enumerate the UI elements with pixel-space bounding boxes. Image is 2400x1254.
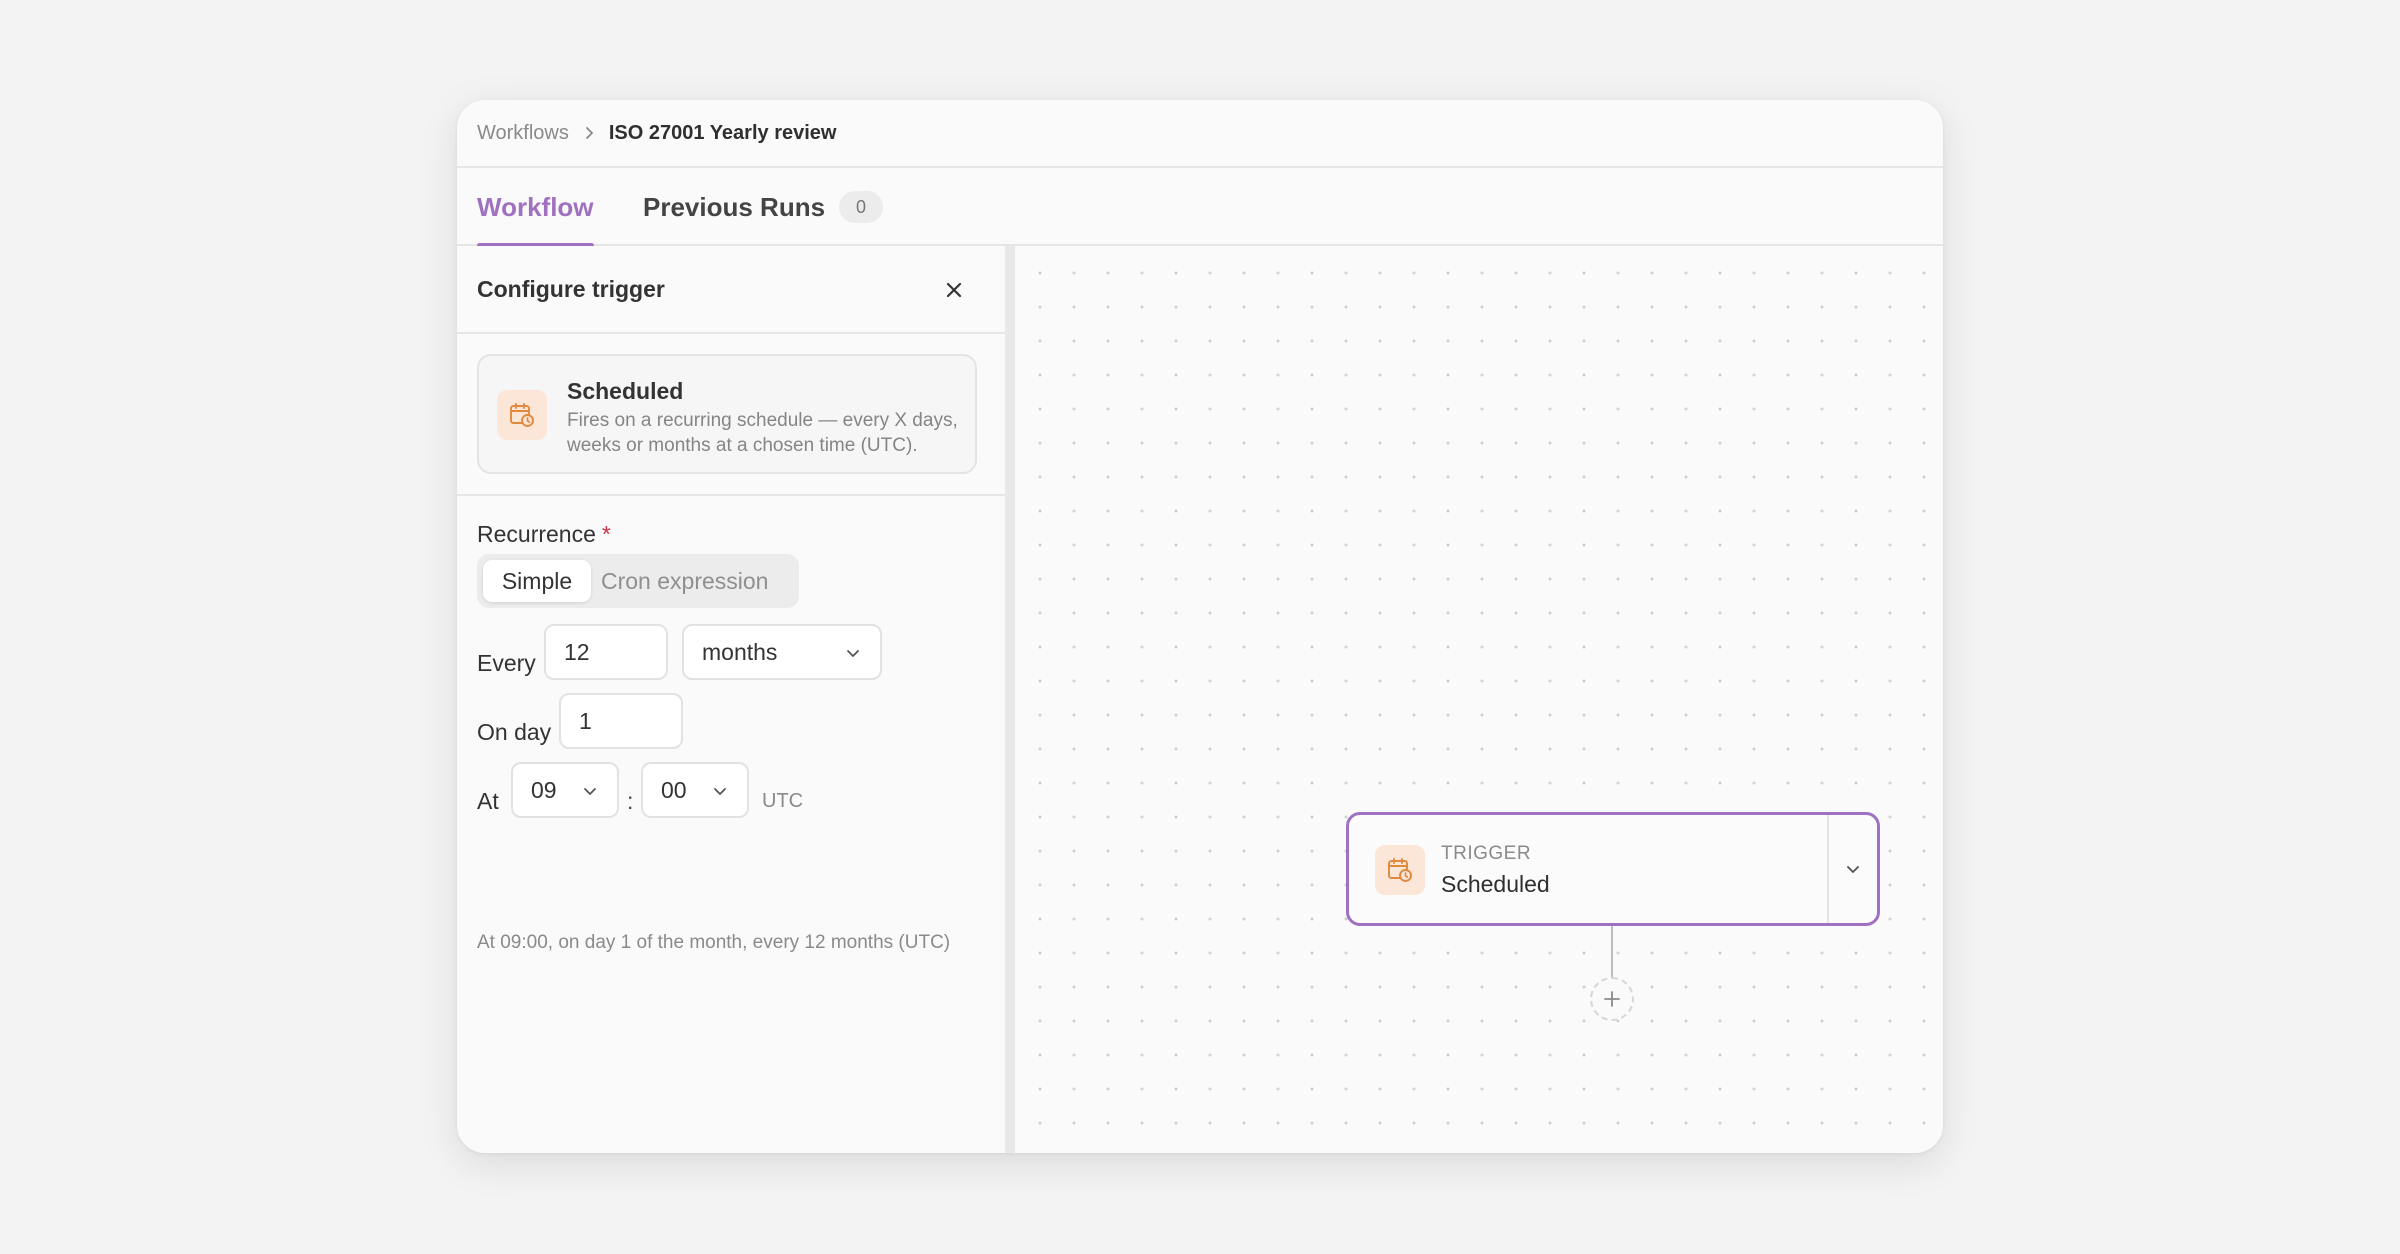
configure-trigger-panel: Configure trigger Scheduled Fires on a r…	[457, 246, 1005, 1153]
every-interval-input[interactable]	[544, 624, 668, 680]
node-kind-label: TRIGGER	[1441, 843, 1532, 864]
plus-icon	[1604, 991, 1620, 1007]
breadcrumb-workflows-link[interactable]: Workflows	[477, 122, 569, 145]
app-window: Workflows ISO 27001 Yearly review Workfl…	[457, 100, 1943, 1153]
chevron-down-icon	[581, 782, 599, 800]
minute-value: 00	[661, 776, 687, 803]
add-step-button[interactable]	[1590, 977, 1634, 1021]
panel-header: Configure trigger	[457, 246, 1005, 334]
minute-select[interactable]: 00	[641, 762, 749, 818]
tab-previous-runs[interactable]: Previous Runs 0	[643, 168, 884, 246]
interval-unit-select[interactable]: months	[682, 624, 882, 680]
node-expand-button[interactable]	[1829, 815, 1877, 923]
hour-select[interactable]: 09	[511, 762, 619, 818]
recurrence-label: Recurrence *	[477, 521, 611, 548]
trigger-type-card[interactable]: Scheduled Fires on a recurring schedule …	[477, 354, 977, 474]
trigger-description: Fires on a recurring schedule — every X …	[567, 410, 958, 456]
mode-simple-option[interactable]: Simple	[483, 560, 591, 602]
panel-title: Configure trigger	[477, 276, 665, 302]
panel-resize-handle[interactable]	[1005, 246, 1015, 1153]
timezone-label: UTC	[762, 790, 804, 812]
trigger-name: Scheduled	[567, 378, 684, 404]
chevron-right-icon	[583, 126, 595, 140]
interval-unit-value: months	[702, 638, 778, 665]
node-connector	[1611, 926, 1613, 978]
close-icon	[946, 282, 962, 298]
breadcrumb: Workflows ISO 27001 Yearly review	[457, 100, 1943, 168]
tab-workflow[interactable]: Workflow	[477, 168, 594, 248]
calendar-clock-icon	[1375, 845, 1425, 895]
required-indicator: *	[601, 521, 611, 547]
section-divider	[457, 494, 1005, 496]
schedule-summary: At 09:00, on day 1 of the month, every 1…	[477, 932, 951, 953]
chevron-down-icon	[711, 782, 729, 800]
close-panel-button[interactable]	[939, 275, 969, 305]
every-label: Every	[477, 650, 536, 676]
breadcrumb-current: ISO 27001 Yearly review	[608, 121, 837, 144]
on-day-input[interactable]	[559, 693, 683, 749]
at-label: At	[477, 788, 499, 814]
calendar-clock-icon	[497, 390, 547, 440]
mode-cron-option[interactable]: Cron expression	[601, 560, 768, 602]
tab-bar: Workflow Previous Runs 0	[457, 168, 1943, 248]
hour-value: 09	[531, 776, 557, 803]
tab-workflow-label: Workflow	[477, 191, 594, 222]
time-separator: :	[627, 788, 634, 814]
tab-previous-runs-label: Previous Runs	[643, 191, 826, 222]
recurrence-mode-toggle: Simple Cron expression	[477, 554, 799, 608]
runs-count-badge: 0	[839, 191, 884, 223]
trigger-node[interactable]: TRIGGER Scheduled	[1346, 812, 1880, 926]
recurrence-label-text: Recurrence	[477, 521, 596, 547]
chevron-down-icon	[1847, 866, 1859, 873]
on-day-label: On day	[477, 719, 552, 745]
chevron-down-icon	[844, 644, 862, 662]
workflow-canvas[interactable]: TRIGGER Scheduled	[1015, 246, 1943, 1153]
node-name: Scheduled	[1441, 871, 1550, 897]
